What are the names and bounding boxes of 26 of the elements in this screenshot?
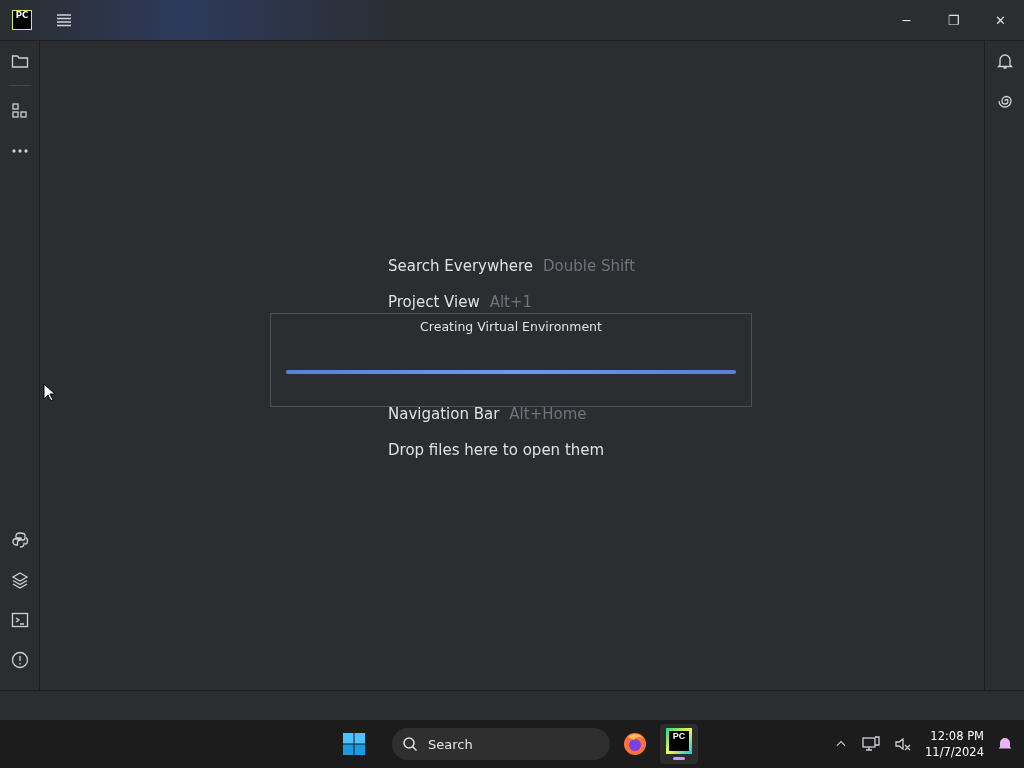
hint-action: Drop files here to open them [388,441,605,459]
pycharm-taskbar-button[interactable]: PC [660,724,698,764]
hint-shortcut: Double Shift [543,257,635,275]
dialog-title: Creating Virtual Environment [420,319,602,334]
clock-date[interactable]: 11/7/2024 [925,744,984,760]
hint-shortcut: Alt+1 [489,293,533,311]
terminal-icon[interactable] [9,610,30,630]
browser-icon[interactable] [622,731,648,757]
mouse-pointer-icon [43,383,55,402]
python-icon[interactable] [9,530,30,550]
structure-icon[interactable] [9,101,30,121]
hint-action: Search Everywhere [388,257,533,275]
hint-action: Project View [388,293,480,311]
warning-icon[interactable] [9,650,30,670]
taskbar-search-field[interactable]: Search [392,728,610,760]
restore-button[interactable]: ❐ [930,0,977,40]
windows-start-icon[interactable] [342,732,366,756]
hint-action: Navigation Bar [388,405,500,423]
minimize-button[interactable]: ─ [883,0,930,40]
clock-time[interactable]: 12:08 PM [930,728,984,744]
network-icon[interactable] [861,734,882,754]
search-icon [402,736,418,752]
app-logo: PC [669,731,689,751]
close-button[interactable]: ✕ [977,0,1024,40]
app-logo[interactable]: PC [12,10,32,30]
hint-shortcut: Alt+Home [509,405,587,423]
